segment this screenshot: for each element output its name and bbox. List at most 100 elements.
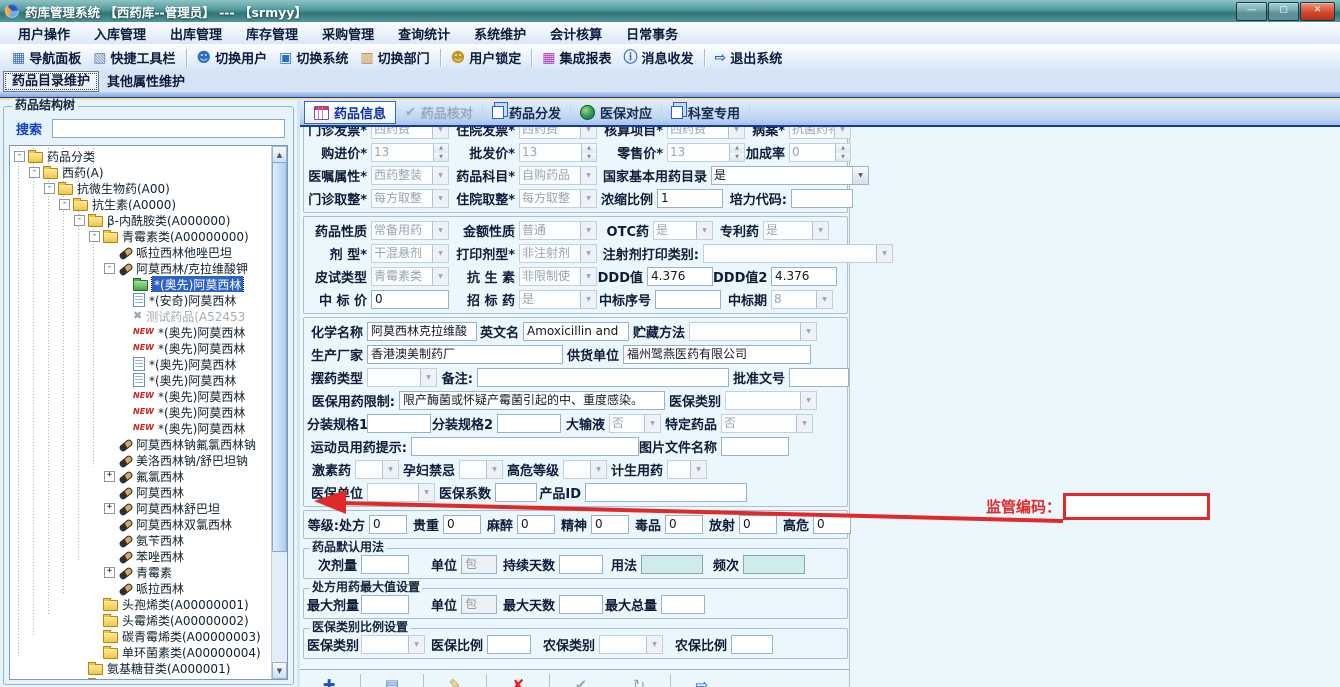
tree-scrollbar[interactable]: ▲ ▼ bbox=[271, 146, 287, 679]
tree-node[interactable]: + 氟氯西林 bbox=[10, 468, 272, 484]
text-input[interactable]: 4.376 bbox=[771, 267, 837, 286]
detail-tab-2[interactable]: 药品分发 bbox=[483, 102, 571, 123]
edit-button[interactable]: ✎ bbox=[426, 672, 484, 687]
tree-node[interactable]: 阿莫西林双氯西林 bbox=[10, 516, 272, 532]
exit-button[interactable]: ⇨ bbox=[673, 672, 731, 687]
tree-node[interactable]: - 阿莫西林/克拉维酸钾 bbox=[10, 260, 272, 276]
tree-node[interactable]: *(奥先)阿莫西林 bbox=[10, 356, 272, 372]
text-input[interactable] bbox=[361, 595, 409, 614]
tree-expander-icon[interactable]: - bbox=[59, 198, 70, 210]
text-input[interactable] bbox=[497, 414, 561, 433]
menu-item-1[interactable]: 入库管理 bbox=[82, 22, 158, 45]
tree-node[interactable]: + 青霉素 bbox=[10, 564, 272, 580]
minimize-button[interactable]: — bbox=[1236, 2, 1267, 21]
tree-node[interactable]: - 药品分类 bbox=[10, 148, 272, 164]
text-input[interactable] bbox=[495, 483, 537, 502]
text-input[interactable]: 1 bbox=[657, 189, 723, 208]
menu-item-0[interactable]: 用户操作 bbox=[6, 22, 82, 45]
toolbar-button-switch-user[interactable]: ☻ 切换用户 bbox=[191, 46, 274, 69]
add-button[interactable]: ✚ bbox=[300, 672, 358, 687]
tree-expander-icon[interactable]: - bbox=[44, 182, 55, 194]
tree-node[interactable]: - β-内酰胺类(A000000) bbox=[10, 212, 272, 228]
toolbar-button-message[interactable]: ⓘ 消息收发 bbox=[618, 46, 700, 69]
menu-item-6[interactable]: 系统维护 bbox=[462, 22, 538, 45]
close-button[interactable]: ✕ bbox=[1300, 2, 1335, 21]
text-input[interactable] bbox=[743, 555, 805, 574]
tree-node[interactable]: *(安奇)阿莫西林 bbox=[10, 292, 272, 308]
tree-node[interactable]: 头孢烯类(A00000001) bbox=[10, 596, 272, 612]
tree-node[interactable]: 苯唑西林 bbox=[10, 548, 272, 564]
text-input[interactable]: 0 bbox=[591, 515, 629, 534]
toolbar-button-switch-system[interactable]: ▣ 切换系统 bbox=[273, 46, 354, 69]
tree-node[interactable]: 氨苄西林 bbox=[10, 532, 272, 548]
combo-box[interactable]: 是 ▼ bbox=[711, 166, 869, 185]
tree-node[interactable]: 阿莫西林 bbox=[10, 484, 272, 500]
tree-expander-icon[interactable]: - bbox=[29, 166, 40, 178]
tree-node[interactable]: 四环素类(A000002) bbox=[10, 676, 272, 679]
text-input[interactable]: Amoxicillin and bbox=[523, 322, 629, 341]
tree-node[interactable]: 哌拉西林 bbox=[10, 580, 272, 596]
menu-item-2[interactable]: 出库管理 bbox=[158, 22, 234, 45]
tree-node[interactable]: NEW *(奥先)阿莫西林 bbox=[10, 404, 272, 420]
tree-expander-icon[interactable]: - bbox=[14, 150, 25, 162]
tree-node[interactable]: ✖ 测试药品(A52453 bbox=[10, 308, 272, 324]
tree-node[interactable]: + 阿莫西林舒巴坦 bbox=[10, 500, 272, 516]
main-tab-0[interactable]: 药品目录维护 bbox=[3, 71, 100, 92]
tree-node[interactable]: - 西药(A) bbox=[10, 164, 272, 180]
text-input[interactable]: 香港澳美制药厂 bbox=[367, 345, 563, 364]
tree-node[interactable]: - 青霉素类(A00000000) bbox=[10, 228, 272, 244]
menu-item-7[interactable]: 会计核算 bbox=[538, 22, 614, 45]
scroll-down-arrow-icon[interactable]: ▼ bbox=[272, 662, 287, 679]
text-input[interactable]: 限产酶菌或怀疑产霉菌引起的中、重度感染。 bbox=[399, 391, 665, 410]
tree-node[interactable]: - 抗生素(A0000) bbox=[10, 196, 272, 212]
text-input[interactable]: 0 bbox=[517, 515, 555, 534]
menu-item-8[interactable]: 日常事务 bbox=[614, 22, 690, 45]
text-input[interactable] bbox=[559, 595, 603, 614]
tree-expander-icon[interactable]: + bbox=[104, 566, 115, 578]
detail-tab-4[interactable]: 科室专用 bbox=[662, 102, 750, 123]
text-input[interactable] bbox=[791, 189, 853, 208]
tree-node[interactable]: *(奥先)阿莫西林 bbox=[10, 372, 272, 388]
text-input[interactable] bbox=[789, 368, 849, 387]
text-input[interactable] bbox=[559, 555, 603, 574]
scrollbar-thumb[interactable] bbox=[272, 162, 287, 552]
text-input[interactable] bbox=[655, 290, 721, 309]
text-input[interactable]: 4.376 bbox=[647, 267, 713, 286]
tree-node[interactable]: 美洛西林钠/舒巴坦钠 bbox=[10, 452, 272, 468]
tree-node[interactable]: NEW *(奥先)阿莫西林 bbox=[10, 324, 272, 340]
copy-button[interactable]: ▤ bbox=[363, 672, 421, 687]
text-input[interactable] bbox=[487, 635, 531, 654]
tree-expander-icon[interactable]: - bbox=[74, 214, 85, 226]
text-input[interactable]: 0 bbox=[665, 515, 703, 534]
main-tab-1[interactable]: 其他属性维护 bbox=[99, 73, 193, 92]
tree-node[interactable]: 哌拉西林他唑巴坦 bbox=[10, 244, 272, 260]
refresh-button[interactable]: ↻ bbox=[610, 672, 668, 687]
text-input[interactable] bbox=[661, 595, 705, 614]
menu-item-5[interactable]: 查询统计 bbox=[386, 22, 462, 45]
menu-item-4[interactable]: 采购管理 bbox=[310, 22, 386, 45]
text-input[interactable] bbox=[361, 555, 409, 574]
text-input[interactable]: 阿莫西林克拉维酸 bbox=[367, 322, 477, 341]
tree-node[interactable]: 单环菌素类(A00000004) bbox=[10, 644, 272, 660]
tree-expander-icon[interactable]: - bbox=[104, 262, 115, 274]
tree-node[interactable]: NEW *(奥先)阿莫西林 bbox=[10, 340, 272, 356]
text-input[interactable]: 0 bbox=[739, 515, 777, 534]
delete-button[interactable]: ✘ bbox=[489, 672, 547, 687]
tree-expander-icon[interactable]: + bbox=[104, 470, 115, 482]
text-input[interactable] bbox=[721, 437, 789, 456]
text-input[interactable] bbox=[411, 437, 639, 456]
tree-node[interactable]: 氨基糖苷类(A000001) bbox=[10, 660, 272, 676]
tree-node[interactable]: NEW *(奥先)阿莫西林 bbox=[10, 388, 272, 404]
tree-node[interactable]: *(奥先)阿莫西林 bbox=[10, 276, 272, 292]
maximize-button[interactable]: ▢ bbox=[1268, 2, 1299, 21]
text-input[interactable]: 0 bbox=[813, 515, 851, 534]
text-input[interactable] bbox=[585, 483, 747, 502]
text-input[interactable] bbox=[477, 368, 729, 387]
toolbar-button-exit[interactable]: ⇨ 退出系统 bbox=[709, 46, 789, 69]
scroll-up-arrow-icon[interactable]: ▲ bbox=[272, 146, 287, 163]
chevron-down-icon[interactable]: ▼ bbox=[852, 167, 868, 184]
toolbar-button-switch-dept[interactable]: ▥ 切换部门 bbox=[354, 46, 435, 69]
toolbar-button-quick-toolbar[interactable]: ▧ 快捷工具栏 bbox=[87, 46, 181, 69]
tree-node[interactable]: - 抗微生物药(A00) bbox=[10, 180, 272, 196]
confirm-button[interactable]: ✔ bbox=[552, 672, 610, 687]
